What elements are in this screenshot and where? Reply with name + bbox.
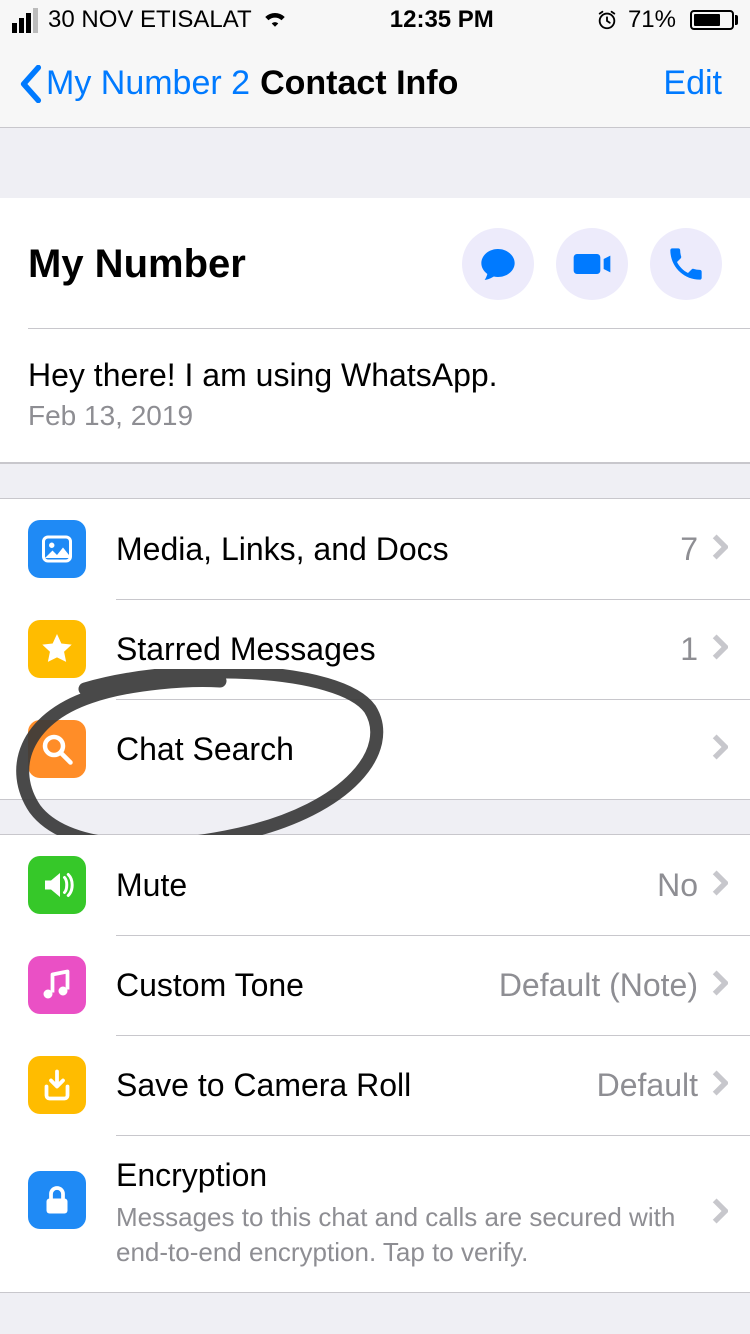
battery-percent-label: 71%	[628, 6, 676, 34]
video-icon	[572, 244, 612, 284]
video-call-button[interactable]	[556, 228, 628, 300]
carrier-label: 30 NOV ETISALAT	[48, 6, 252, 34]
cell-label: Mute	[116, 867, 657, 904]
chat-bubble-icon	[478, 244, 518, 284]
save-to-camera-roll-row[interactable]: Save to Camera Roll Default	[0, 1035, 750, 1135]
back-button[interactable]: My Number 2	[20, 64, 250, 103]
lock-icon	[28, 1171, 86, 1229]
star-icon	[28, 620, 86, 678]
chevron-right-icon	[712, 533, 728, 566]
chevron-right-icon	[712, 869, 728, 902]
wifi-icon	[262, 6, 288, 34]
starred-messages-row[interactable]: Starred Messages 1	[0, 599, 750, 699]
contact-name: My Number	[28, 242, 246, 287]
media-links-docs-row[interactable]: Media, Links, and Docs 7	[0, 499, 750, 599]
page-title: Contact Info	[260, 64, 458, 103]
encryption-row[interactable]: Encryption Messages to this chat and cal…	[0, 1135, 750, 1292]
cell-value: 1	[680, 631, 698, 668]
mute-row[interactable]: Mute No	[0, 835, 750, 935]
contact-status: Hey there! I am using WhatsApp.	[28, 329, 722, 400]
photo-icon	[28, 520, 86, 578]
custom-tone-row[interactable]: Custom Tone Default (Note)	[0, 935, 750, 1035]
cell-label: Starred Messages	[116, 631, 680, 668]
cell-value: Default	[597, 1067, 698, 1104]
chevron-right-icon	[712, 633, 728, 666]
message-button[interactable]	[462, 228, 534, 300]
battery-icon	[686, 10, 738, 30]
chevron-right-icon	[712, 1197, 728, 1230]
voice-call-button[interactable]	[650, 228, 722, 300]
contact-header-section: My Number Hey there! I am using WhatsApp…	[0, 198, 750, 463]
edit-button[interactable]: Edit	[663, 64, 722, 103]
back-label: My Number 2	[46, 64, 250, 103]
cellular-signal-icon	[12, 8, 38, 33]
alarm-icon	[596, 9, 618, 31]
cell-label: Custom Tone	[116, 967, 499, 1004]
navigation-bar: My Number 2 Contact Info Edit	[0, 40, 750, 128]
status-date: Feb 13, 2019	[28, 400, 722, 462]
section-spacer	[0, 128, 750, 198]
cell-value: 7	[680, 531, 698, 568]
phone-icon	[666, 244, 706, 284]
speaker-icon	[28, 856, 86, 914]
clock-label: 12:35 PM	[390, 6, 494, 34]
chevron-right-icon	[712, 1069, 728, 1102]
search-icon	[28, 720, 86, 778]
chat-search-row[interactable]: Chat Search	[0, 699, 750, 799]
cell-label: Encryption	[116, 1157, 712, 1194]
cell-value: Default (Note)	[499, 967, 698, 1004]
cell-value: No	[657, 867, 698, 904]
chevron-right-icon	[712, 733, 728, 766]
status-bar: 30 NOV ETISALAT 12:35 PM 71%	[0, 0, 750, 40]
media-section: Media, Links, and Docs 7 Starred Message…	[0, 499, 750, 799]
cell-label: Chat Search	[116, 731, 712, 768]
download-icon	[28, 1056, 86, 1114]
music-note-icon	[28, 956, 86, 1014]
settings-section: Mute No Custom Tone Default (Note) Save …	[0, 835, 750, 1292]
cell-label: Media, Links, and Docs	[116, 531, 680, 568]
cell-subtitle: Messages to this chat and calls are secu…	[116, 1202, 675, 1267]
cell-label: Save to Camera Roll	[116, 1067, 597, 1104]
chevron-left-icon	[20, 65, 42, 103]
chevron-right-icon	[712, 969, 728, 1002]
